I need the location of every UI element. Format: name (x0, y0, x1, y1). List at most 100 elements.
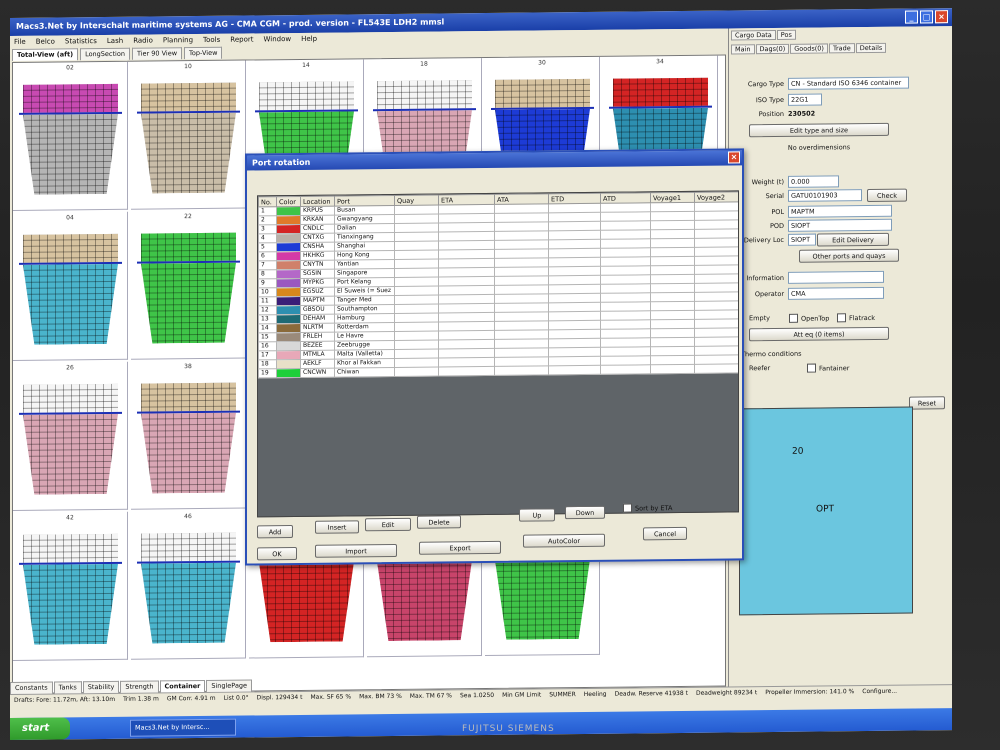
row-etd[interactable] (548, 365, 601, 375)
row-voyage1[interactable] (650, 256, 695, 266)
color-swatch[interactable] (277, 278, 300, 288)
delete-button[interactable]: Delete (417, 515, 461, 529)
row-voyage2[interactable] (694, 282, 739, 293)
bay-panel[interactable]: 02 (13, 61, 128, 211)
tab-longsection[interactable]: LongSection (80, 47, 130, 61)
row-color[interactable] (276, 224, 301, 234)
row-voyage2[interactable] (694, 210, 739, 221)
color-swatch[interactable] (277, 323, 300, 333)
row-color[interactable] (276, 215, 301, 225)
row-voyage2[interactable] (694, 345, 739, 356)
menu-radio[interactable]: Radio (133, 35, 153, 48)
row-color[interactable] (276, 332, 301, 342)
cancel-button[interactable]: Cancel (643, 526, 687, 541)
row-voyage2[interactable] (694, 201, 739, 212)
color-swatch[interactable] (277, 314, 300, 324)
color-swatch[interactable] (277, 260, 300, 270)
row-voyage1[interactable] (650, 274, 695, 284)
up-button[interactable]: Up (519, 508, 555, 522)
tab-tier-90-view[interactable]: Tier 90 View (131, 47, 183, 60)
color-swatch[interactable] (277, 269, 300, 279)
autocolor-button[interactable]: AutoColor (523, 533, 605, 548)
bay-panel[interactable]: 10 (131, 60, 246, 210)
row-voyage2[interactable] (694, 273, 739, 284)
fantainer-checkbox[interactable]: Fantainer (807, 363, 849, 373)
row-quay[interactable] (394, 331, 439, 341)
row-quay[interactable] (394, 223, 439, 233)
tab-details[interactable]: Details (855, 42, 887, 54)
col-voyage1[interactable]: Voyage1 (650, 192, 695, 203)
row-no[interactable]: 19 (258, 368, 277, 378)
reset-button[interactable]: Reset (909, 396, 945, 410)
col-location[interactable]: Location (300, 196, 335, 207)
row-location[interactable]: CNYTN (300, 260, 335, 270)
row-no[interactable]: 11 (258, 296, 277, 306)
color-swatch[interactable] (277, 287, 300, 297)
row-quay[interactable] (394, 277, 439, 287)
row-voyage1[interactable] (650, 355, 695, 365)
information-input[interactable] (788, 270, 884, 284)
row-quay[interactable] (394, 340, 439, 350)
row-no[interactable]: 3 (258, 224, 277, 234)
row-quay[interactable] (394, 322, 439, 332)
row-quay[interactable] (394, 367, 439, 377)
check-button[interactable]: Check (867, 188, 907, 203)
bay-panel[interactable]: 42 (13, 511, 128, 661)
close-icon[interactable]: × (935, 10, 948, 24)
row-quay[interactable] (394, 205, 439, 215)
row-color[interactable] (276, 251, 301, 261)
menu-planning[interactable]: Planning (163, 34, 193, 47)
row-voyage2[interactable] (694, 246, 739, 257)
row-no[interactable]: 17 (258, 350, 277, 360)
row-no[interactable]: 14 (258, 323, 277, 333)
row-voyage1[interactable] (650, 211, 695, 221)
row-color[interactable] (276, 368, 301, 378)
row-quay[interactable] (394, 304, 439, 314)
row-location[interactable]: DEHAM (300, 314, 335, 324)
col-port[interactable]: Port (334, 195, 395, 207)
row-color[interactable] (276, 233, 301, 243)
menu-statistics[interactable]: Statistics (65, 35, 97, 48)
insert-button[interactable]: Insert (315, 520, 359, 534)
row-voyage2[interactable] (694, 219, 739, 230)
row-no[interactable]: 10 (258, 287, 277, 297)
bay-panel[interactable]: 04 (13, 211, 128, 361)
row-location[interactable]: BEZEE (300, 341, 335, 351)
tab-trade[interactable]: Trade (828, 43, 855, 54)
row-ata[interactable] (494, 365, 549, 376)
col-atd[interactable]: ATD (600, 192, 651, 204)
row-voyage1[interactable] (650, 337, 695, 347)
row-location[interactable]: MTMLA (300, 350, 335, 360)
add-button[interactable]: Add (257, 525, 293, 539)
row-port[interactable]: Chiwan (334, 367, 395, 378)
color-swatch[interactable] (277, 251, 300, 261)
tab-container[interactable]: Container (159, 679, 206, 693)
ok-button[interactable]: OK (257, 546, 297, 561)
row-voyage2[interactable] (694, 363, 739, 374)
row-color[interactable] (276, 206, 301, 216)
down-button[interactable]: Down (565, 505, 605, 520)
row-color[interactable] (276, 350, 301, 360)
bay-panel[interactable]: 46 (131, 510, 246, 660)
row-atd[interactable] (600, 364, 651, 375)
start-button[interactable]: start (10, 717, 70, 740)
tab-goods[interactable]: Goods(0) (790, 43, 828, 54)
tab-cargo-data[interactable]: Cargo Data (731, 29, 776, 41)
row-voyage2[interactable] (694, 237, 739, 248)
delivery-location-input[interactable]: SIOPT (788, 233, 816, 246)
other-ports-button[interactable]: Other ports and quays (799, 248, 899, 263)
opentop-checkbox[interactable]: OpenTop (789, 313, 829, 323)
row-quay[interactable] (394, 241, 439, 251)
row-quay[interactable] (394, 268, 439, 278)
pol-select[interactable]: MAPTM (788, 204, 892, 218)
row-voyage2[interactable] (694, 336, 739, 347)
row-quay[interactable] (394, 214, 439, 224)
row-location[interactable]: KRPUS (300, 206, 335, 216)
tab-stability[interactable]: Stability (82, 680, 120, 694)
tab-top-view[interactable]: Top-View (184, 46, 223, 60)
tab-main[interactable]: Main (731, 44, 755, 55)
row-quay[interactable] (394, 349, 439, 359)
color-swatch[interactable] (277, 215, 300, 225)
row-no[interactable]: 1 (258, 206, 277, 216)
port-rotation-grid[interactable]: No. Color Location Port Quay ETA ATA ETD… (257, 190, 739, 518)
